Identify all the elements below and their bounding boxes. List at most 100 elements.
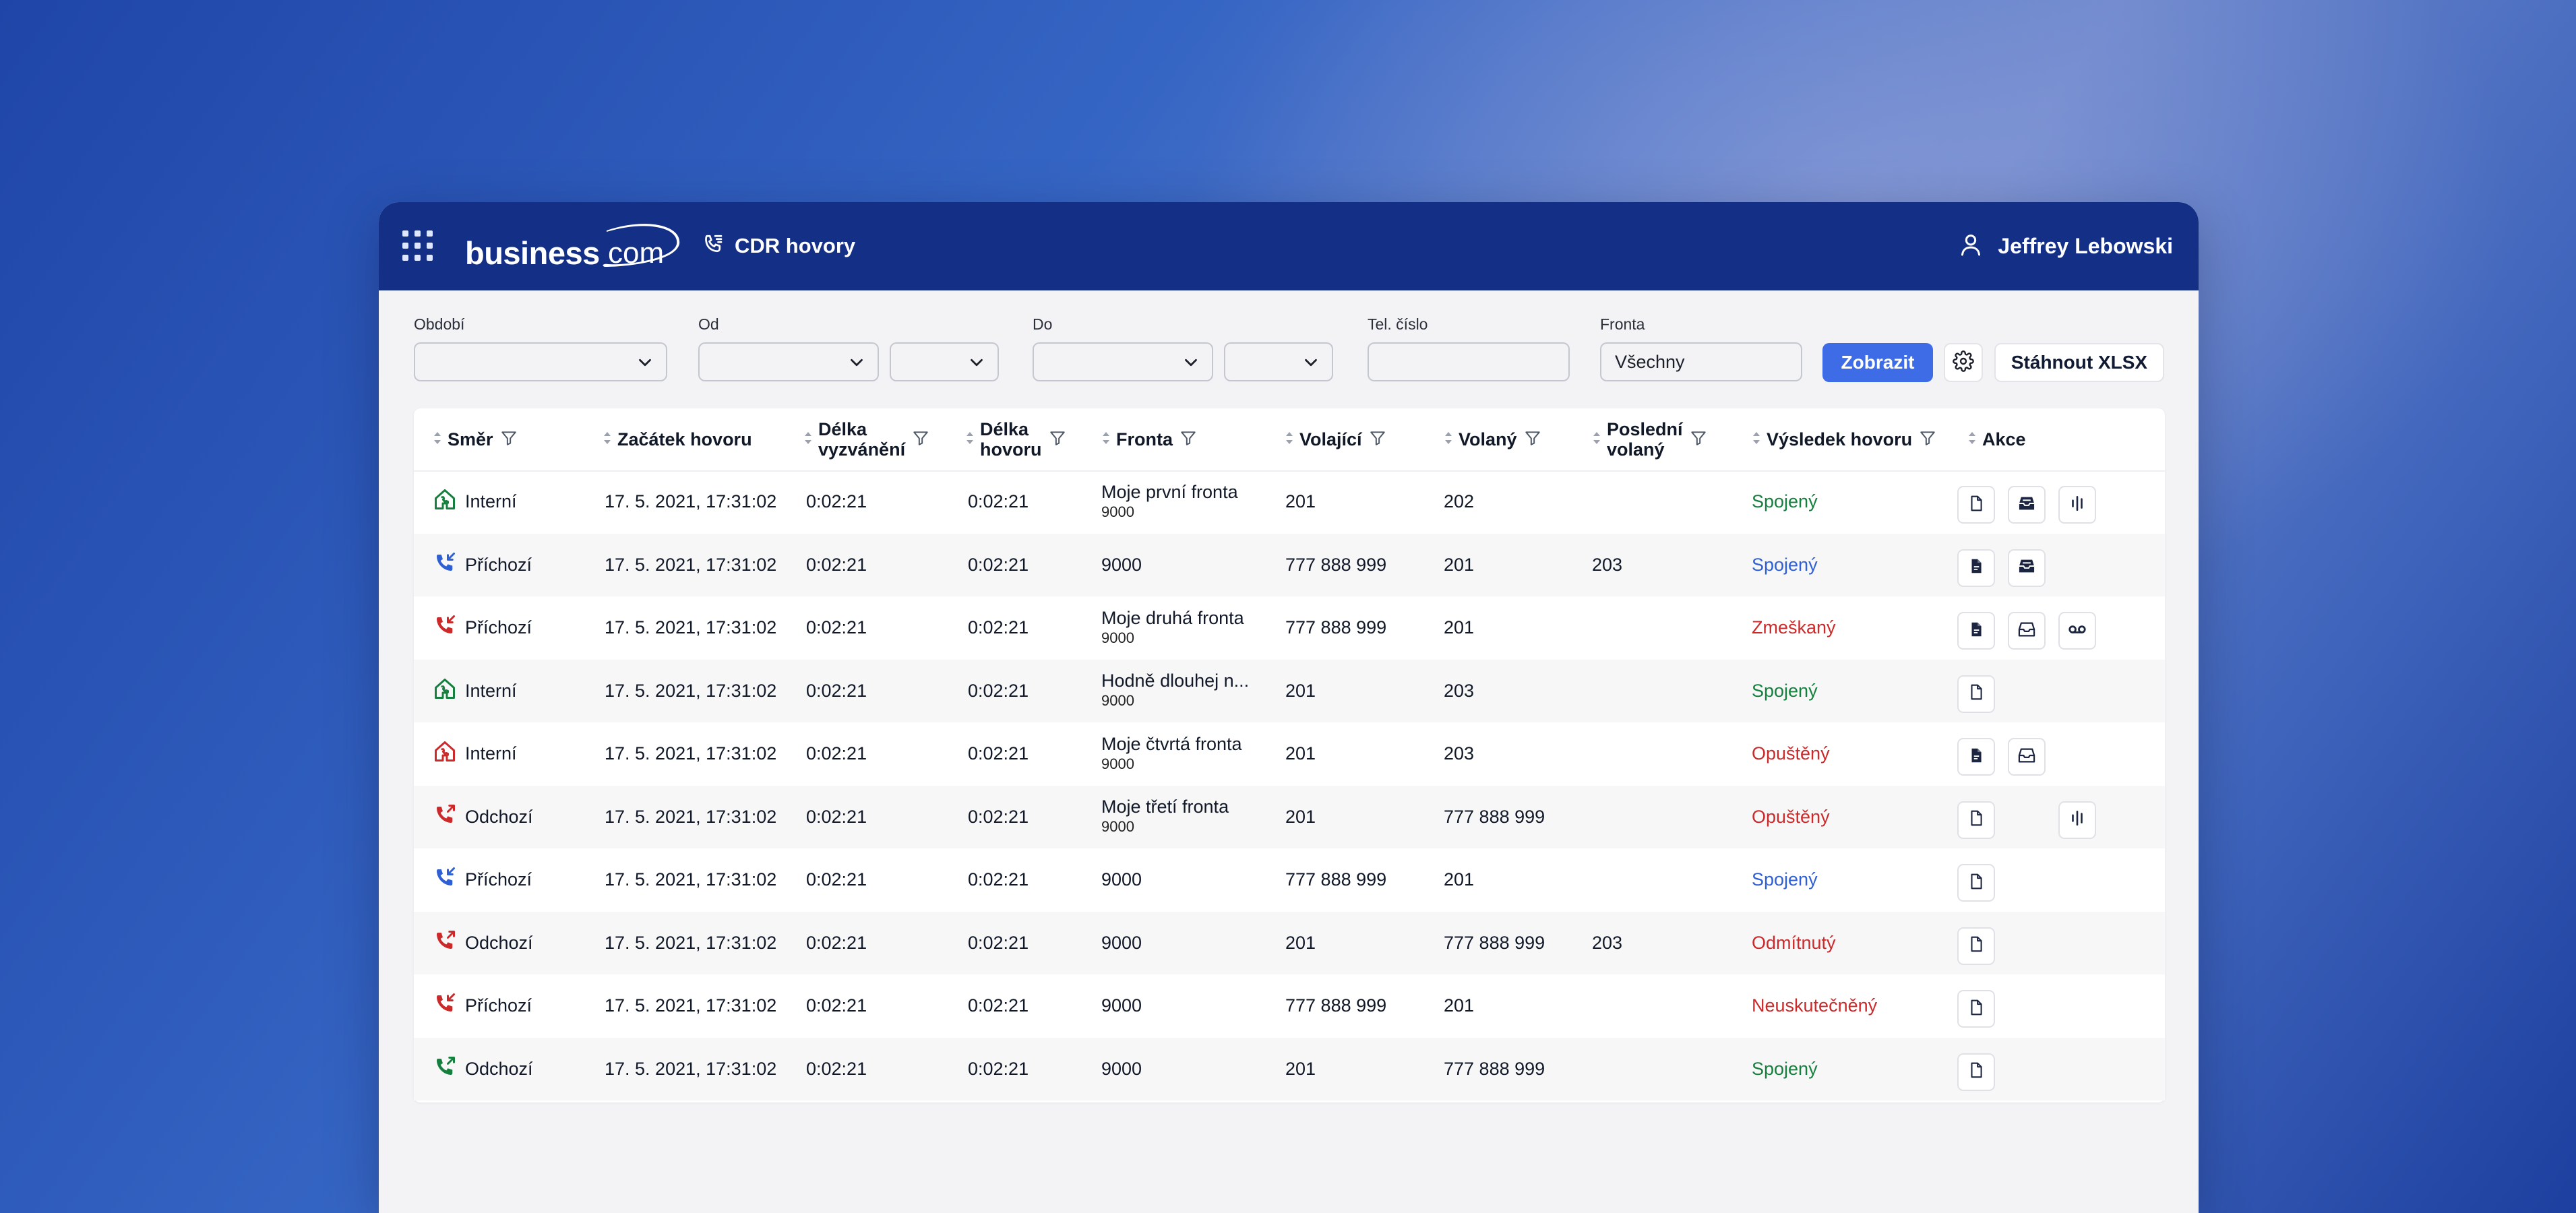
queue-cell: Moje čtvrtá fronta 9000 xyxy=(1101,722,1242,786)
result-cell: Opuštěný xyxy=(1752,806,1830,827)
filter-icon[interactable] xyxy=(1179,429,1197,450)
action-button[interactable] xyxy=(1957,864,1995,902)
to-time-select[interactable] xyxy=(1224,342,1333,381)
direction-text: Interní xyxy=(465,680,517,701)
document-icon xyxy=(1967,873,1985,894)
filter-icon[interactable] xyxy=(1690,429,1707,450)
column-header-call-duration[interactable]: Délka hovoru xyxy=(965,408,1066,470)
action-button[interactable] xyxy=(1957,738,1995,776)
filter-icon[interactable] xyxy=(500,429,518,450)
column-header-smer[interactable]: Směr xyxy=(433,408,518,470)
phone-number-field[interactable] xyxy=(1369,344,1568,380)
user-menu[interactable]: Jeffrey Lebowski xyxy=(1957,229,2173,263)
column-header-queue[interactable]: Fronta xyxy=(1101,408,1197,470)
direction-text: Odchozí xyxy=(465,806,533,827)
queue-name: Moje druhá fronta xyxy=(1101,607,1244,628)
sort-icon[interactable] xyxy=(1444,430,1453,449)
column-header-actions[interactable]: Akce xyxy=(1967,408,2026,470)
callee-cell: 201 xyxy=(1444,869,1475,890)
incoming-call-icon xyxy=(433,551,457,580)
table-row[interactable]: Interní 17. 5. 2021, 17:31:02 0:02:21 0:02:… xyxy=(414,470,2165,534)
action-button[interactable] xyxy=(1957,1053,1995,1091)
column-header-start[interactable]: Začátek hovoru xyxy=(603,408,752,470)
action-button[interactable] xyxy=(2058,612,2096,650)
outgoing-call-icon xyxy=(433,803,457,832)
business-com-logo[interactable]: business com xyxy=(465,217,681,278)
action-button[interactable] xyxy=(2008,486,2046,524)
direction-cell: Odchozí xyxy=(433,912,533,975)
sort-icon[interactable] xyxy=(1285,430,1294,449)
queue-cell: Moje první fronta 9000 xyxy=(1101,470,1238,534)
action-button[interactable] xyxy=(2058,801,2096,839)
sort-icon[interactable] xyxy=(1592,430,1601,449)
period-select[interactable] xyxy=(414,342,667,381)
action-button[interactable] xyxy=(1957,801,1995,839)
action-button[interactable] xyxy=(1957,675,1995,713)
action-button[interactable] xyxy=(2008,612,2046,650)
sort-icon[interactable] xyxy=(1752,430,1761,449)
from-label: Od xyxy=(698,315,719,333)
column-header-callee[interactable]: Volaný xyxy=(1444,408,1541,470)
sort-icon[interactable] xyxy=(965,430,975,449)
action-button[interactable] xyxy=(1957,990,1995,1028)
sort-icon[interactable] xyxy=(1967,430,1977,449)
sort-icon[interactable] xyxy=(1101,430,1111,449)
action-button[interactable] xyxy=(2008,738,2046,776)
column-title: Výsledek hovoru xyxy=(1767,429,1913,449)
apps-grid-icon[interactable] xyxy=(402,230,433,261)
start-cell: 17. 5. 2021, 17:31:02 xyxy=(605,680,777,701)
column-title: Začátek hovoru xyxy=(617,429,752,449)
column-header-last-callee[interactable]: Poslední volaný xyxy=(1592,408,1707,470)
table-row[interactable]: Interní 17. 5. 2021, 17:31:02 0:02:21 0:02:… xyxy=(414,659,2165,722)
to-date-select[interactable] xyxy=(1033,342,1213,381)
page-nav-cdr[interactable]: CDR hovory xyxy=(701,229,855,263)
action-button[interactable] xyxy=(1957,549,1995,587)
action-button[interactable] xyxy=(1957,612,1995,650)
table-row[interactable]: Příchozí 17. 5. 2021, 17:31:02 0:02:21 0:02… xyxy=(414,974,2165,1038)
download-xlsx-button[interactable]: Stáhnout XLSX xyxy=(1994,343,2164,382)
direction-text: Odchozí xyxy=(465,1058,533,1079)
column-header-caller[interactable]: Volající xyxy=(1285,408,1386,470)
filter-icon[interactable] xyxy=(1049,429,1066,450)
action-button[interactable] xyxy=(1957,927,1995,965)
queue-cell: 9000 xyxy=(1101,1058,1142,1079)
phone-number-input[interactable] xyxy=(1368,342,1570,381)
table-row[interactable]: Příchozí 17. 5. 2021, 17:31:02 0:02:21 0:02… xyxy=(414,848,2165,912)
table-header: Směr Začátek hovoru Délka vyzvánění Délka hov… xyxy=(414,408,2165,472)
sort-icon[interactable] xyxy=(803,430,813,449)
chevron-down-icon xyxy=(635,352,655,376)
ring-duration-cell: 0:02:21 xyxy=(806,806,867,827)
from-time-select[interactable] xyxy=(890,342,999,381)
call-duration-cell: 0:02:21 xyxy=(968,491,1029,512)
queue-input[interactable] xyxy=(1600,342,1802,381)
action-button[interactable] xyxy=(1957,486,1995,524)
sort-icon[interactable] xyxy=(603,430,612,449)
callee-cell: 203 xyxy=(1444,680,1475,701)
table-row[interactable]: Odchozí 17. 5. 2021, 17:31:02 0:02:21 0:02:… xyxy=(414,1037,2165,1100)
caller-cell: 201 xyxy=(1285,680,1316,701)
action-button[interactable] xyxy=(2058,486,2096,524)
direction-cell: Interní xyxy=(433,722,517,786)
column-header-result[interactable]: Výsledek hovoru xyxy=(1752,408,1936,470)
call-duration-cell: 0:02:21 xyxy=(968,995,1029,1016)
from-date-select[interactable] xyxy=(698,342,879,381)
column-header-ring-duration[interactable]: Délka vyzvánění xyxy=(803,408,929,470)
table-row[interactable]: Interní 17. 5. 2021, 17:31:02 0:02:21 0:02:… xyxy=(414,722,2165,786)
table-row[interactable]: Příchozí 17. 5. 2021, 17:31:02 0:02:21 0:02… xyxy=(414,596,2165,660)
filter-icon[interactable] xyxy=(912,429,929,450)
filter-icon[interactable] xyxy=(1919,429,1936,450)
start-cell: 17. 5. 2021, 17:31:02 xyxy=(605,617,777,638)
table-row[interactable]: Příchozí 17. 5. 2021, 17:31:02 0:02:21 0:02… xyxy=(414,533,2165,596)
settings-button[interactable] xyxy=(1944,343,1983,382)
filter-icon[interactable] xyxy=(1524,429,1541,450)
queue-field[interactable] xyxy=(1601,344,1801,380)
queue-number: 9000 xyxy=(1101,818,1134,836)
table-row[interactable]: Odchozí 17. 5. 2021, 17:31:02 0:02:21 0:02:… xyxy=(414,785,2165,848)
table-row[interactable]: Odchozí 17. 5. 2021, 17:31:02 0:02:21 0:02:… xyxy=(414,911,2165,975)
show-button[interactable]: Zobrazit xyxy=(1822,343,1933,382)
start-cell: 17. 5. 2021, 17:31:02 xyxy=(605,932,777,953)
direction-text: Příchozí xyxy=(465,869,532,890)
action-button[interactable] xyxy=(2008,549,2046,587)
sort-icon[interactable] xyxy=(433,430,442,449)
filter-icon[interactable] xyxy=(1369,429,1386,450)
